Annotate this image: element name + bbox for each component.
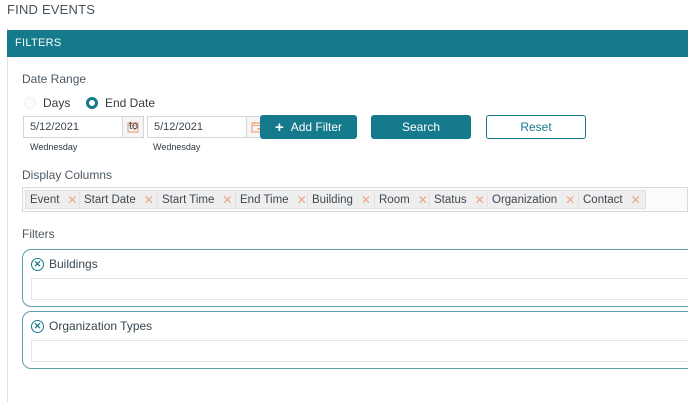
radio-end-date[interactable]: End Date	[86, 96, 155, 110]
remove-filter-icon[interactable]: ✕	[31, 319, 44, 333]
column-chip-room: Room ✕	[374, 190, 433, 209]
page-title: FIND EVENTS	[7, 2, 96, 17]
column-chip-label: End Time	[240, 193, 289, 206]
remove-column-icon[interactable]: ✕	[418, 193, 428, 207]
column-chip-start-date: Start Date ✕	[79, 190, 159, 209]
organization-types-filter-input[interactable]	[31, 340, 688, 362]
remove-column-icon[interactable]: ✕	[361, 193, 371, 207]
column-chip-building: Building ✕	[307, 190, 376, 209]
add-filter-label: Add Filter	[290, 120, 343, 134]
end-date-weekday: Wednesday	[153, 142, 201, 152]
remove-column-icon[interactable]: ✕	[222, 193, 232, 207]
content-left-border	[7, 28, 8, 402]
start-date-weekday: Wednesday	[30, 142, 78, 152]
radio-days[interactable]: Days	[24, 96, 70, 110]
remove-filter-icon[interactable]: ✕	[31, 257, 44, 271]
add-filter-button[interactable]: + Add Filter	[260, 115, 357, 139]
end-date-value: 5/12/2021	[154, 121, 203, 133]
filters-header-bar: FILTERS	[7, 30, 688, 57]
column-chip-status: Status ✕	[429, 190, 490, 209]
filters-header-title: FILTERS	[15, 37, 62, 49]
end-date-input[interactable]: 5/12/2021	[147, 116, 268, 138]
radio-end-date-indicator[interactable]	[86, 97, 98, 109]
remove-column-icon[interactable]: ✕	[297, 193, 307, 207]
reset-button[interactable]: Reset	[486, 115, 586, 139]
column-chip-event: Event ✕	[25, 190, 83, 209]
column-chip-label: Building	[312, 193, 353, 206]
column-chip-label: Start Date	[84, 193, 136, 206]
remove-column-icon[interactable]: ✕	[475, 193, 485, 207]
remove-column-icon[interactable]: ✕	[631, 193, 641, 207]
filter-group-label: Organization Types	[49, 319, 153, 333]
filters-label: Filters	[22, 227, 55, 241]
reset-label: Reset	[520, 120, 552, 134]
search-button[interactable]: Search	[371, 115, 471, 139]
plus-icon: +	[274, 118, 284, 136]
column-chip-label: Organization	[492, 193, 558, 206]
column-chip-label: Status	[434, 193, 467, 206]
column-chip-start-time: Start Time ✕	[157, 190, 238, 209]
column-chip-label: Room	[379, 193, 410, 206]
remove-column-icon[interactable]: ✕	[565, 193, 575, 207]
search-label: Search	[401, 120, 441, 134]
radio-days-indicator[interactable]	[24, 97, 36, 109]
remove-column-icon[interactable]: ✕	[67, 193, 77, 207]
filter-group-buildings: ✕ Buildings	[22, 249, 688, 307]
remove-column-icon[interactable]: ✕	[144, 193, 154, 207]
filter-group-organization-types: ✕ Organization Types	[22, 311, 688, 369]
start-date-value: 5/12/2021	[30, 121, 79, 133]
column-chip-contact: Contact ✕	[578, 190, 646, 209]
start-date-input[interactable]: 5/12/2021	[23, 116, 144, 138]
date-range-separator: to	[129, 120, 139, 132]
radio-days-label: Days	[43, 96, 71, 110]
display-columns-field[interactable]: Event ✕ Start Date ✕ Start Time ✕ End Ti…	[22, 187, 688, 212]
column-chip-end-time: End Time ✕	[235, 190, 312, 209]
date-range-label: Date Range	[22, 72, 87, 86]
column-chip-organization: Organization ✕	[487, 190, 581, 209]
buildings-filter-input[interactable]	[31, 278, 688, 300]
column-chip-label: Start Time	[162, 193, 215, 206]
filter-group-label: Buildings	[49, 257, 98, 271]
display-columns-label: Display Columns	[22, 168, 113, 182]
column-chip-label: Contact	[583, 193, 623, 206]
radio-end-date-label: End Date	[105, 96, 156, 110]
column-chip-label: Event	[30, 193, 60, 206]
